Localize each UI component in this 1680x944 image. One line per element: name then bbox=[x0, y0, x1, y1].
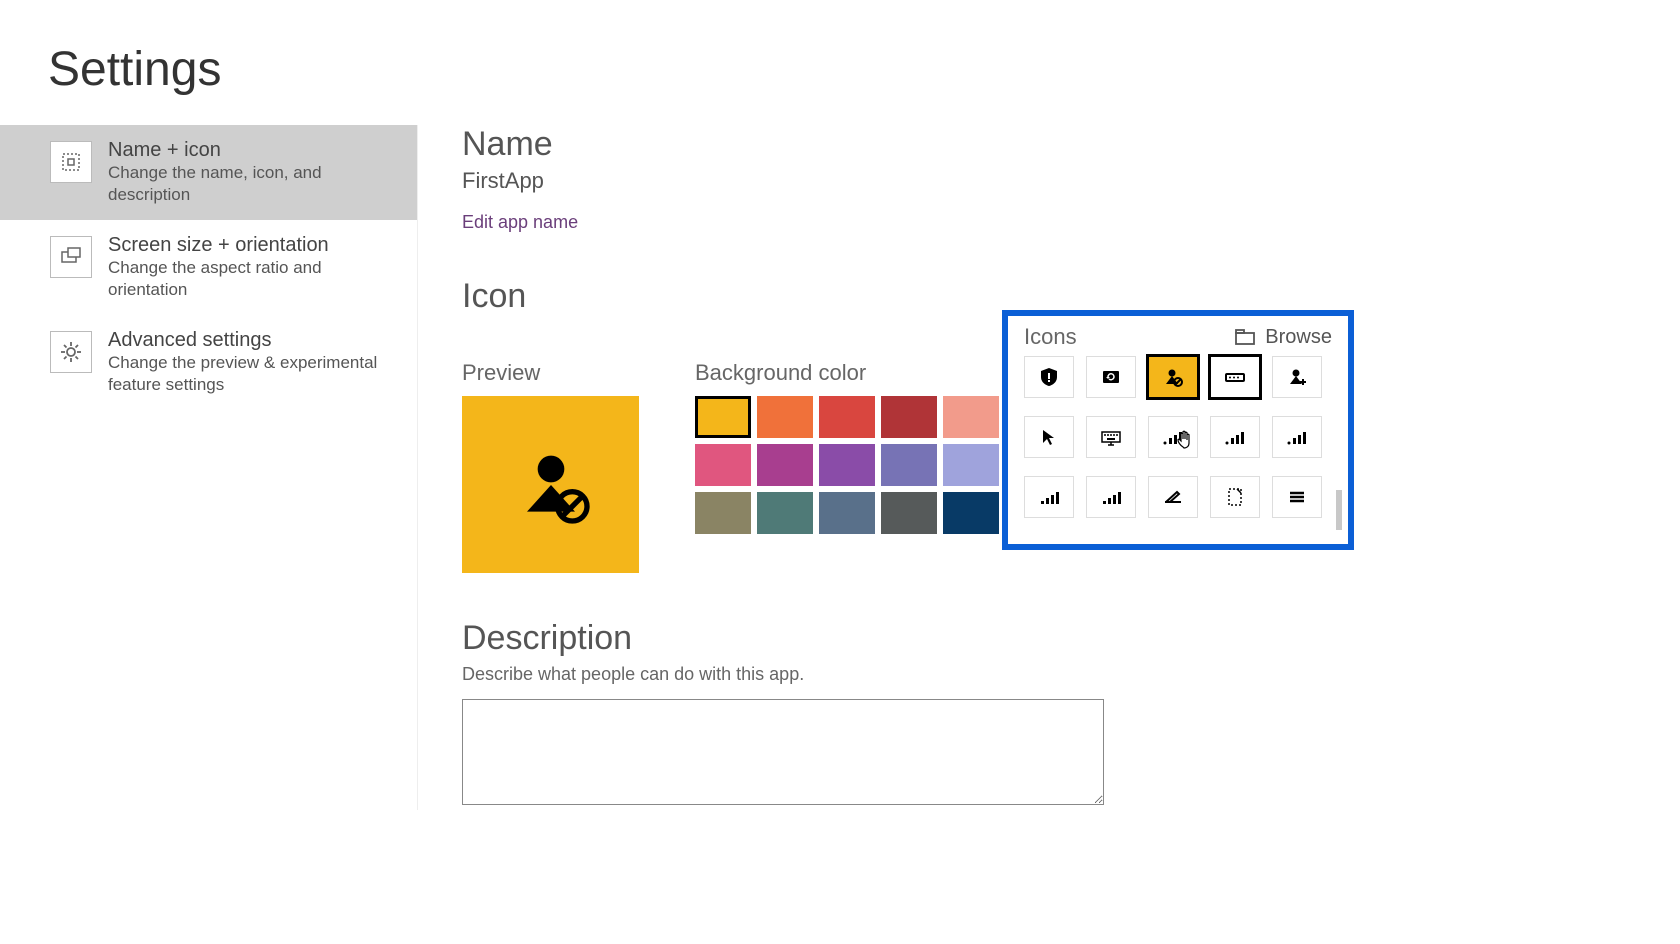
icons-grid bbox=[1024, 356, 1332, 518]
color-swatch[interactable] bbox=[881, 492, 937, 534]
bg-color-grid bbox=[695, 396, 999, 534]
icon-choice-signal-3[interactable] bbox=[1272, 416, 1322, 458]
color-swatch[interactable] bbox=[819, 396, 875, 438]
signal-2-icon bbox=[1223, 425, 1247, 449]
icon-choice-input[interactable] bbox=[1210, 356, 1260, 398]
sidebar-item-title: Screen size + orientation bbox=[108, 234, 401, 257]
description-heading: Description bbox=[462, 619, 1680, 658]
color-swatch[interactable] bbox=[881, 396, 937, 438]
sidebar-item-sub: Change the name, icon, and description bbox=[108, 162, 401, 206]
color-swatch[interactable] bbox=[757, 444, 813, 486]
color-swatch[interactable] bbox=[695, 444, 751, 486]
sidebar-item-name-icon[interactable]: Name + icon Change the name, icon, and d… bbox=[0, 125, 417, 220]
color-swatch[interactable] bbox=[695, 492, 751, 534]
icon-choice-signal-1[interactable] bbox=[1148, 416, 1198, 458]
scanner-icon bbox=[1161, 485, 1185, 509]
icon-choice-menu[interactable] bbox=[1272, 476, 1322, 518]
color-swatch[interactable] bbox=[943, 396, 999, 438]
preview-label: Preview bbox=[462, 360, 639, 386]
input-field-icon bbox=[1223, 365, 1247, 389]
color-swatch[interactable] bbox=[943, 444, 999, 486]
color-swatch[interactable] bbox=[881, 444, 937, 486]
dotted-page-icon bbox=[1223, 485, 1247, 509]
app-name-value: FirstApp bbox=[462, 168, 1680, 194]
signal-1-icon bbox=[1161, 425, 1185, 449]
name-heading: Name bbox=[462, 125, 1680, 164]
sidebar-item-sub: Change the aspect ratio and orientation bbox=[108, 257, 401, 301]
icon-choice-signal-full[interactable] bbox=[1086, 476, 1136, 518]
bg-color-column: Background color bbox=[695, 360, 1017, 534]
icon-choice-shield[interactable] bbox=[1024, 356, 1074, 398]
icon-choice-sync[interactable] bbox=[1086, 356, 1136, 398]
page-title: Settings bbox=[0, 0, 1680, 125]
folder-icon bbox=[1233, 325, 1257, 349]
icons-panel: Icons Browse bbox=[1002, 310, 1354, 550]
icons-scrollbar[interactable] bbox=[1336, 490, 1342, 530]
sidebar-item-advanced[interactable]: Advanced settings Change the preview & e… bbox=[0, 315, 417, 410]
icon-choice-user-add[interactable] bbox=[1272, 356, 1322, 398]
gear-icon bbox=[50, 331, 92, 373]
color-swatch[interactable] bbox=[819, 492, 875, 534]
user-add-icon bbox=[1285, 365, 1309, 389]
user-blocked-icon bbox=[511, 445, 591, 525]
icon-choice-keyboard[interactable] bbox=[1086, 416, 1136, 458]
icon-preview bbox=[462, 396, 639, 573]
sidebar-item-screen-size[interactable]: Screen size + orientation Change the asp… bbox=[0, 220, 417, 315]
icons-label: Icons bbox=[1024, 324, 1077, 350]
settings-sidebar: Name + icon Change the name, icon, and d… bbox=[0, 125, 417, 810]
preview-column: Preview bbox=[462, 360, 639, 573]
browse-button[interactable]: Browse bbox=[1233, 325, 1332, 349]
edit-app-name-link[interactable]: Edit app name bbox=[462, 212, 1680, 233]
icon-choice-user-blocked[interactable] bbox=[1148, 356, 1198, 398]
sync-photo-icon bbox=[1099, 365, 1123, 389]
sidebar-item-title: Name + icon bbox=[108, 139, 401, 162]
browse-label: Browse bbox=[1265, 326, 1332, 349]
signal-full-icon bbox=[1099, 485, 1123, 509]
color-swatch[interactable] bbox=[757, 492, 813, 534]
color-swatch[interactable] bbox=[757, 396, 813, 438]
grid-icon bbox=[50, 141, 92, 183]
signal-3-icon bbox=[1285, 425, 1309, 449]
description-sub: Describe what people can do with this ap… bbox=[462, 664, 1680, 685]
color-swatch[interactable] bbox=[819, 444, 875, 486]
icon-choice-scanner[interactable] bbox=[1148, 476, 1198, 518]
description-input[interactable] bbox=[462, 699, 1104, 805]
icon-choice-signal-4[interactable] bbox=[1024, 476, 1074, 518]
pointer-icon bbox=[1037, 425, 1061, 449]
color-swatch[interactable] bbox=[943, 492, 999, 534]
user-blocked-icon bbox=[1161, 365, 1185, 389]
sidebar-item-title: Advanced settings bbox=[108, 329, 401, 352]
sidebar-item-sub: Change the preview & experimental featur… bbox=[108, 352, 401, 396]
icon-choice-dotted-page[interactable] bbox=[1210, 476, 1260, 518]
signal-4-icon bbox=[1037, 485, 1061, 509]
color-swatch[interactable] bbox=[695, 396, 751, 438]
keyboard-icon bbox=[1099, 425, 1123, 449]
main-panel: Name FirstApp Edit app name Icon Preview… bbox=[417, 125, 1680, 810]
icon-choice-signal-2[interactable] bbox=[1210, 416, 1260, 458]
screen-icon bbox=[50, 236, 92, 278]
icon-choice-pointer[interactable] bbox=[1024, 416, 1074, 458]
menu-icon bbox=[1285, 485, 1309, 509]
shield-alert-icon bbox=[1037, 365, 1061, 389]
bg-color-label: Background color bbox=[695, 360, 1017, 386]
